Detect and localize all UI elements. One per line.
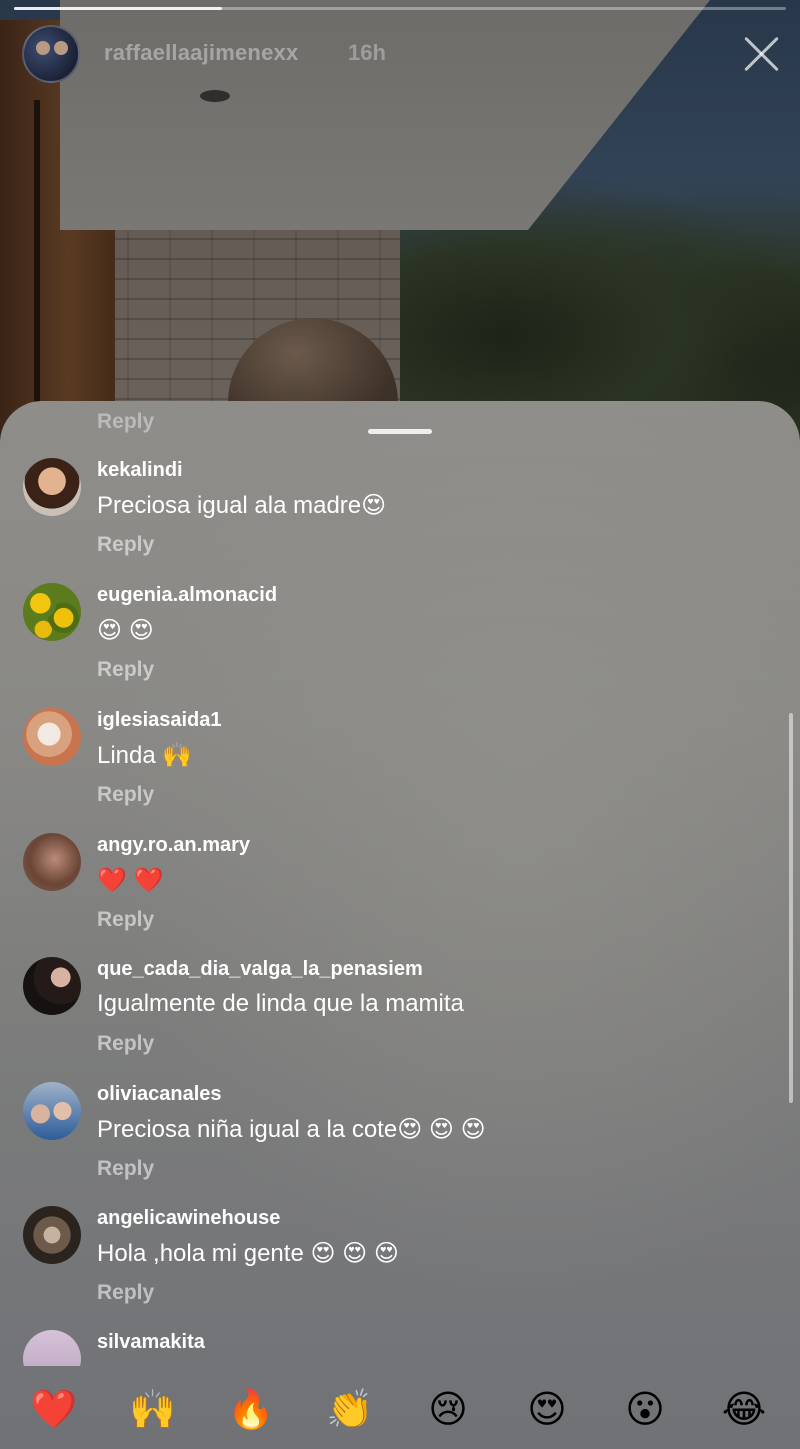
avatar[interactable] xyxy=(23,1330,81,1366)
comment-text: Preciosa igual ala madre😍 xyxy=(97,492,387,519)
story-author-avatar[interactable] xyxy=(22,25,80,83)
avatar[interactable] xyxy=(23,708,81,766)
tears-of-joy-icon[interactable]: 😂 xyxy=(714,1380,774,1440)
comment-item: que_cada_dia_valga_la_penasiem Igualment… xyxy=(0,957,800,1081)
red-heart-icon[interactable]: ❤️ xyxy=(24,1380,84,1440)
close-icon[interactable] xyxy=(739,31,785,77)
story-progress-bar xyxy=(14,7,786,10)
story-timestamp: 16h xyxy=(348,40,386,65)
comment-username[interactable]: eugenia.almonacid xyxy=(97,584,277,607)
comment-username[interactable]: oliviacanales xyxy=(97,1083,222,1106)
quick-reactions-bar: ❤️ 🙌 🔥 👏 😢 😍 😮 😂 xyxy=(0,1366,800,1449)
avatar[interactable] xyxy=(23,1082,81,1140)
avatar[interactable] xyxy=(23,583,81,641)
avatar[interactable] xyxy=(23,957,81,1015)
comment-text: Igualmente de linda que la mamita xyxy=(97,990,464,1017)
story-author-username[interactable]: raffaellaajimenexx xyxy=(104,40,298,66)
story-progress-fill xyxy=(14,7,223,10)
comment-text: Preciosa niña igual a la cote😍 😍 😍 xyxy=(97,1116,486,1143)
reply-link[interactable]: Reply xyxy=(97,908,154,932)
reply-link[interactable]: Reply xyxy=(97,533,154,557)
comment-list[interactable]: Reply kekalindi Preciosa igual ala madre… xyxy=(0,401,800,1366)
comment-text: Hola ,hola mi gente 😍 😍 😍 xyxy=(97,1240,399,1267)
comment-item: iglesiasaida1 Linda 🙌 Reply xyxy=(0,708,800,832)
comment-username[interactable]: angy.ro.an.mary xyxy=(97,834,250,857)
clapping-hands-icon[interactable]: 👏 xyxy=(320,1380,380,1440)
reply-link[interactable]: Reply xyxy=(97,1281,154,1305)
comment-item: kekalindi Preciosa igual ala madre😍 Repl… xyxy=(0,458,800,582)
comment-item: silvamakita xyxy=(0,1330,800,1366)
comment-text: Linda 🙌 xyxy=(97,742,193,769)
avatar[interactable] xyxy=(23,833,81,891)
avatar[interactable] xyxy=(23,1206,81,1264)
comment-text: 😍 😍 xyxy=(97,617,154,644)
comment-username[interactable]: angelicawinehouse xyxy=(97,1207,280,1230)
avatar[interactable] xyxy=(23,458,81,516)
reply-link[interactable]: Reply xyxy=(97,658,154,682)
heart-eyes-icon[interactable]: 😍 xyxy=(517,1380,577,1440)
surprised-face-icon[interactable]: 😮 xyxy=(615,1380,675,1440)
comment-username[interactable]: iglesiasaida1 xyxy=(97,709,222,732)
comment-item: angy.ro.an.mary ❤️ ❤️ Reply xyxy=(0,833,800,957)
comment-item: angelicawinehouse Hola ,hola mi gente 😍 … xyxy=(0,1206,800,1330)
comment-username[interactable]: que_cada_dia_valga_la_penasiem xyxy=(97,958,423,981)
reply-link[interactable]: Reply xyxy=(97,1032,154,1056)
fire-icon[interactable]: 🔥 xyxy=(221,1380,281,1440)
comment-item: oliviacanales Preciosa niña igual a la c… xyxy=(0,1082,800,1206)
reply-link[interactable]: Reply xyxy=(97,1157,154,1181)
raising-hands-icon[interactable]: 🙌 xyxy=(123,1380,183,1440)
scrollbar[interactable] xyxy=(789,713,793,1103)
comments-sheet[interactable]: Reply kekalindi Preciosa igual ala madre… xyxy=(0,401,800,1449)
comment-item: eugenia.almonacid 😍 😍 Reply xyxy=(0,583,800,707)
reply-link[interactable]: Reply xyxy=(97,783,154,807)
comment-text: ❤️ ❤️ xyxy=(97,867,164,894)
reply-link[interactable]: Reply xyxy=(97,410,154,434)
crying-face-icon[interactable]: 😢 xyxy=(418,1380,478,1440)
comment-username[interactable]: kekalindi xyxy=(97,459,183,482)
drag-handle[interactable] xyxy=(368,429,432,434)
comment-username[interactable]: silvamakita xyxy=(97,1331,205,1354)
ceiling-light xyxy=(200,90,230,102)
